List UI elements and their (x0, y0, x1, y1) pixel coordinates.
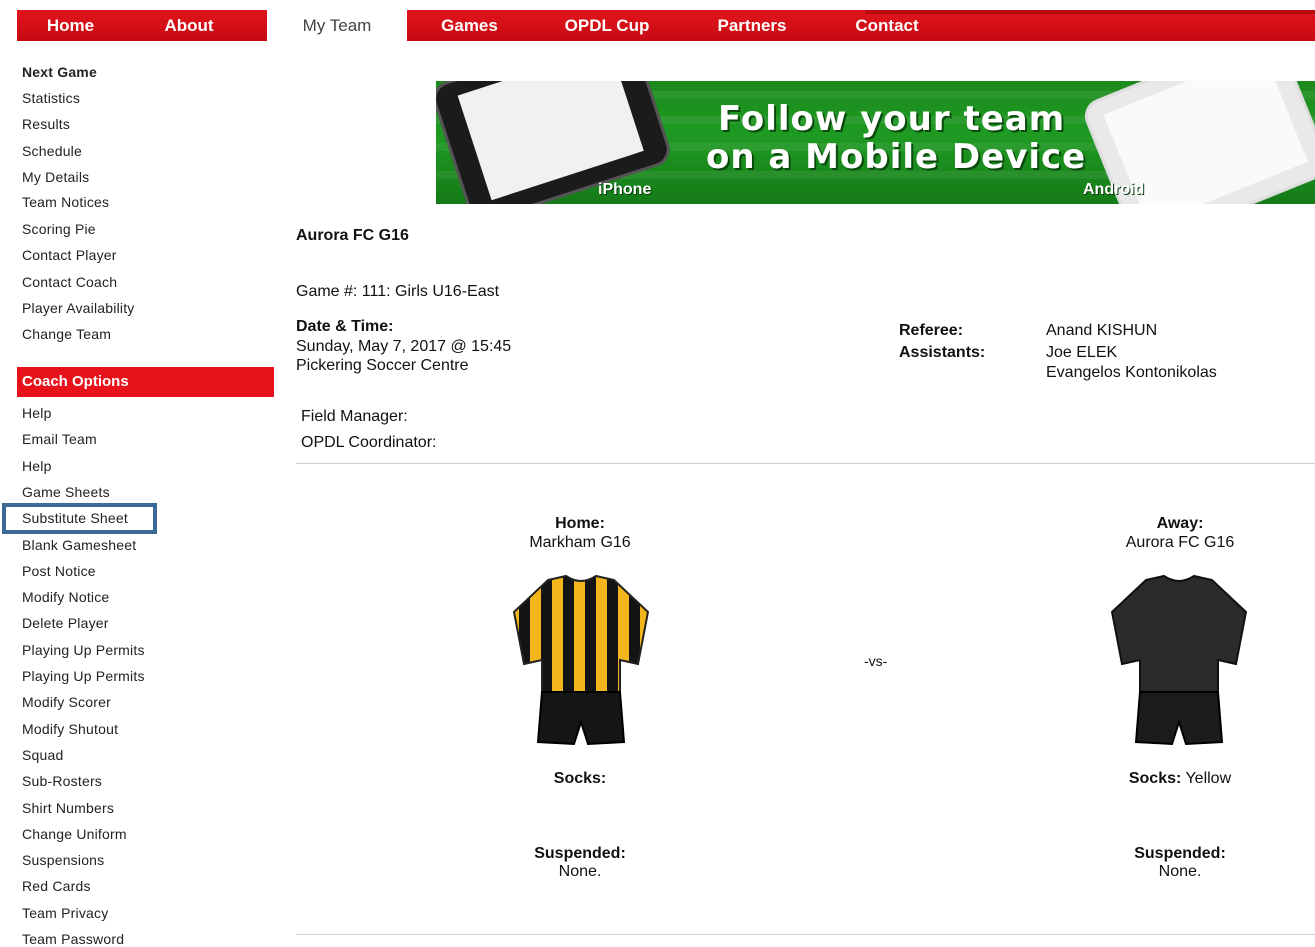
away-suspended-label: Suspended: (1134, 845, 1226, 862)
nav-my-team[interactable]: My Team (267, 10, 407, 43)
divider-bottom (296, 934, 1315, 935)
sidebar-link-scoring-pie[interactable]: Scoring Pie (22, 221, 96, 237)
away-socks-label: Socks: (1128, 770, 1182, 787)
assistant-2: Evangelos Kontonikolas (1046, 364, 1217, 381)
game-number-label: Game #: (296, 283, 358, 300)
nav-games[interactable]: Games (407, 10, 532, 41)
sidebar-link-results[interactable]: Results (22, 116, 70, 132)
sidebar-link-team-password[interactable]: Team Password (22, 931, 124, 947)
sidebar-link-contact-player[interactable]: Contact Player (22, 247, 117, 263)
sidebar-link-blank-gamesheet[interactable]: Blank Gamesheet (22, 537, 136, 553)
sidebar-link-substitute-sheet[interactable]: Substitute Sheet (22, 510, 128, 526)
home-socks-label: Socks: (553, 770, 607, 787)
home-kit-icon (512, 574, 650, 746)
home-label: Home: (555, 515, 605, 532)
banner-line-1: Follow your team (718, 99, 1066, 139)
divider-top (296, 463, 1315, 464)
sidebar-link-playing-up-permits[interactable]: Playing Up Permits (22, 642, 145, 658)
away-team: Aurora FC G16 (1125, 534, 1235, 551)
sidebar-link-squad[interactable]: Squad (22, 747, 63, 763)
sidebar-link-schedule[interactable]: Schedule (22, 143, 82, 159)
sidebar-link-red-cards[interactable]: Red Cards (22, 878, 91, 894)
sidebar-link-help[interactable]: Help (22, 405, 52, 421)
top-navigation: Home About My Team Games OPDL Cup Partne… (17, 10, 1315, 43)
sidebar-link-team-privacy[interactable]: Team Privacy (22, 905, 108, 921)
home-suspended-value: None. (558, 863, 602, 880)
away-suspended-value: None. (1158, 863, 1202, 880)
banner-iphone-label: iPhone (598, 181, 652, 198)
nav-about[interactable]: About (124, 10, 254, 41)
referee-label: Referee: (899, 322, 964, 339)
sidebar-link-change-uniform[interactable]: Change Uniform (22, 826, 127, 842)
nav-home[interactable]: Home (17, 10, 124, 41)
sidebar-link-my-details[interactable]: My Details (22, 169, 89, 185)
sidebar-link-statistics[interactable]: Statistics (22, 90, 80, 106)
nav-opdl-cup[interactable]: OPDL Cup (532, 10, 682, 41)
sidebar-link-next-game[interactable]: Next Game (22, 64, 97, 80)
sidebar-link-contact-coach[interactable]: Contact Coach (22, 274, 117, 290)
field-manager-label: Field Manager: (301, 408, 408, 425)
game-number-value: 111: Girls U16-East (357, 283, 500, 300)
banner-android-label: Android (1083, 181, 1145, 198)
datetime-label: Date & Time: (296, 318, 394, 335)
team-title: Aurora FC G16 (296, 227, 409, 244)
sidebar-link-sub-rosters[interactable]: Sub-Rosters (22, 773, 102, 789)
assistant-1: Joe ELEK (1046, 344, 1118, 361)
sidebar-link-team-notices[interactable]: Team Notices (22, 194, 109, 210)
nav-partners[interactable]: Partners (682, 10, 822, 41)
home-socks: Socks: (480, 770, 680, 788)
sidebar-link-game-sheets[interactable]: Game Sheets (22, 484, 110, 500)
venue: Pickering Soccer Centre (296, 357, 469, 374)
referee-value: Anand KISHUN (1046, 322, 1158, 339)
coordinator-label: OPDL Coordinator: (301, 434, 437, 451)
away-socks: Socks: Yellow (1080, 770, 1280, 788)
sidebar-link-playing-up-permits[interactable]: Playing Up Permits (22, 668, 145, 684)
banner-line-2: on a Mobile Device (706, 137, 1087, 177)
sidebar-link-change-team[interactable]: Change Team (22, 326, 111, 342)
sidebar-link-post-notice[interactable]: Post Notice (22, 563, 96, 579)
sidebar-link-suspensions[interactable]: Suspensions (22, 852, 104, 868)
sidebar-link-modify-scorer[interactable]: Modify Scorer (22, 694, 111, 710)
sidebar-link-email-team[interactable]: Email Team (22, 431, 97, 447)
sidebar-link-delete-player[interactable]: Delete Player (22, 615, 109, 631)
home-suspended-label: Suspended: (534, 845, 626, 862)
sidebar-link-modify-notice[interactable]: Modify Notice (22, 589, 109, 605)
game-number: Game #: 111: Girls U16-East (296, 283, 499, 301)
sidebar-link-help[interactable]: Help (22, 458, 52, 474)
datetime-value: Sunday, May 7, 2017 @ 15:45 (296, 338, 512, 355)
assistants-label: Assistants: (899, 344, 986, 361)
away-socks-value: Yellow (1181, 770, 1232, 787)
coach-options-header: Coach Options (17, 367, 274, 397)
sidebar-link-shirt-numbers[interactable]: Shirt Numbers (22, 800, 114, 816)
nav-contact[interactable]: Contact (822, 10, 952, 41)
mobile-promo-banner[interactable]: Follow your team on a Mobile Device iPho… (436, 81, 1315, 204)
vs-label: -vs- (864, 653, 888, 669)
home-team: Markham G16 (529, 534, 631, 551)
sidebar-link-player-availability[interactable]: Player Availability (22, 300, 135, 316)
away-kit-icon (1110, 574, 1248, 746)
away-label: Away: (1156, 515, 1204, 532)
sidebar-link-modify-shutout[interactable]: Modify Shutout (22, 721, 118, 737)
